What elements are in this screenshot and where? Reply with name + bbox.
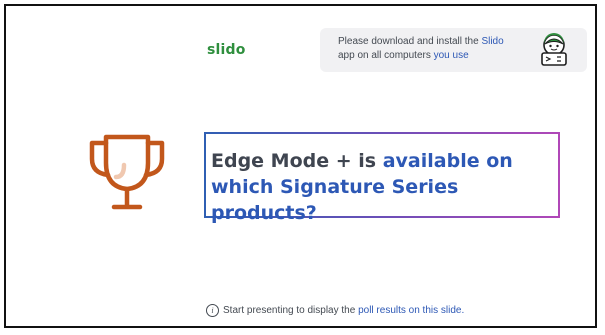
hint-text-part2: poll results on this slide. <box>358 305 465 316</box>
notice-line2-text: app on all computers <box>338 50 434 61</box>
question-text-part1: Edge Mode + is <box>211 150 383 172</box>
hint-text-part1: Start presenting to display the <box>223 305 359 316</box>
present-hint: i Start presenting to display the poll r… <box>206 304 464 317</box>
install-notice: Please download and install the Slido ap… <box>320 28 587 72</box>
question-box: Edge Mode + is available on which Signat… <box>204 132 560 224</box>
poll-question: Edge Mode + is available on which Signat… <box>211 148 556 226</box>
install-notice-text: Please download and install the Slido ap… <box>338 35 534 63</box>
slido-logo: slido <box>207 42 246 58</box>
notice-slido-link[interactable]: Slido <box>481 36 503 47</box>
slide-canvas: slido Please download and install the Sl… <box>4 4 597 328</box>
trophy-icon <box>89 134 165 210</box>
notice-you-use-text: you use <box>433 50 469 61</box>
notice-line1-text: Please download and install the <box>338 36 482 47</box>
info-icon: i <box>206 304 219 317</box>
slido-laptop-mascot-icon <box>541 33 567 66</box>
